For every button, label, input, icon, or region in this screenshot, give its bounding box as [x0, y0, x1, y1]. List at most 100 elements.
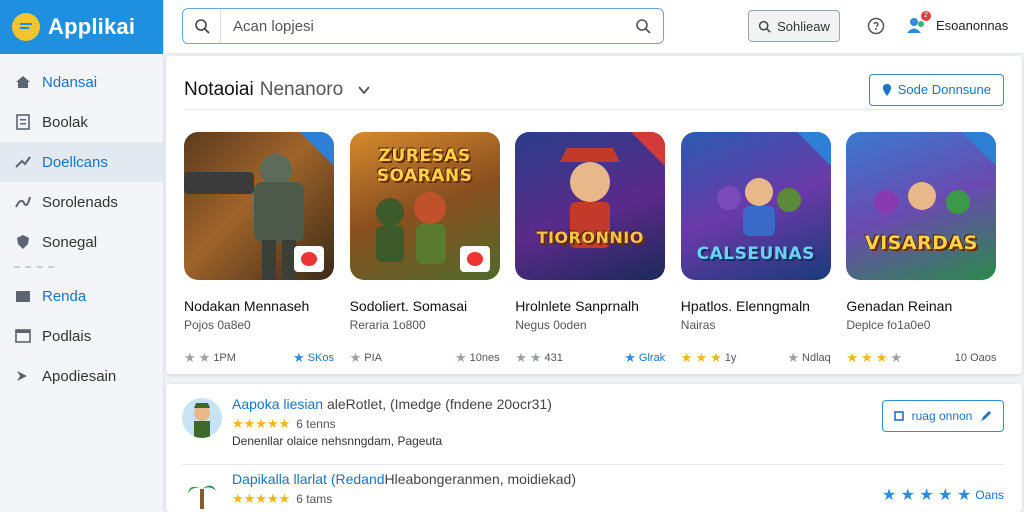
search-bar: [182, 8, 664, 44]
game-meta-right: Ndlaq: [802, 352, 831, 364]
sidebar-item-label: Sonegal: [42, 233, 98, 251]
star-icon: ★ ★ ★ ★ ★: [881, 487, 972, 504]
game-meta-right: SKos: [307, 352, 334, 364]
sidebar-item-sorolenads[interactable]: Sorolenads: [0, 182, 163, 222]
list-item-button-label: ruag onnon: [911, 409, 973, 423]
help-icon[interactable]: [866, 16, 886, 36]
pin-icon: [882, 83, 891, 96]
list-item[interactable]: Aapoka liesian aleRotlet, (Imedge (fnden…: [182, 394, 1004, 454]
game-thumbnail: CALSEUNAS: [680, 132, 831, 280]
list-item[interactable]: Dapikalla llarlat (RedandHleabongeranmen…: [182, 464, 1004, 512]
document-icon: [16, 114, 30, 130]
app-logo[interactable]: Applikai: [0, 0, 163, 54]
game-meta-right: Glrak: [638, 352, 666, 364]
list-item-right-rating: ★ ★ ★ ★ ★ Oans: [882, 485, 1004, 505]
game-title: Genadan Reinan: [846, 298, 953, 314]
section-title: Notaoiai: [184, 78, 254, 100]
game-subtitle: Reraria 1o800: [349, 318, 426, 332]
star-icon: ★: [624, 350, 636, 365]
trending-icon: [15, 156, 31, 168]
chart-line-icon: [15, 196, 31, 208]
topbar-action-label: Sohlieaw: [777, 18, 830, 34]
video-tag-icon: [459, 246, 490, 272]
star-icon: ★: [515, 350, 527, 365]
game-art-title: CALSEUNAS: [696, 244, 815, 264]
game-meta: ★ PIA ★ 10nes: [350, 350, 500, 366]
game-meta: ★ ★ 431 ★ Glrak: [515, 350, 665, 366]
badge-corner: [300, 132, 334, 166]
game-meta-left: 1PM: [213, 352, 236, 364]
user-avatar: 2: [906, 11, 931, 36]
list-item-name: Dapikalla llarlat (Redand: [232, 471, 385, 487]
sidebar-item-renda[interactable]: Renda: [0, 276, 163, 316]
featured-games-panel: Notaoiai Nenanoro Sode Donnsune Nodakan: [166, 56, 1022, 374]
list-item-name: Aapoka liesian: [232, 396, 324, 412]
search-icon[interactable]: [183, 9, 221, 43]
game-card[interactable]: ZURESAS SOARANS Sodoliert. Somasai Rerar…: [349, 132, 516, 366]
game-card[interactable]: Nodakan Mennaseh Pojos 0a8e0 ★ ★ 1PM ★ SKos: [184, 132, 350, 366]
sidebar-item-apodiesain[interactable]: Apodiesain: [0, 356, 163, 396]
star-icon: ★★★★★: [232, 416, 291, 431]
sidebar-item-boolak[interactable]: Boolak: [0, 102, 163, 142]
chevron-down-icon[interactable]: [357, 83, 371, 97]
sidebar-item-doellcans[interactable]: Doellcans: [0, 142, 163, 182]
logo-icon: [12, 13, 40, 41]
topbar-action-button[interactable]: Sohlieaw: [748, 10, 840, 42]
sidebar-item-sonegal[interactable]: Sonegal: [0, 222, 163, 262]
game-card[interactable]: CALSEUNAS Hpatlos. Elenngmaln Nairas ★ ★ ★…: [680, 132, 847, 366]
home-icon: [16, 76, 30, 88]
game-title: Nodakan Mennaseh: [184, 298, 310, 314]
app-list-panel: Aapoka liesian aleRotlet, (Imedge (fnden…: [166, 384, 1022, 512]
game-meta: ★ ★ ★ ★ 10 Oaos: [846, 350, 996, 366]
star-icon: ★: [198, 350, 211, 365]
list-item-description: Denenllar olaice nehsnngdam, Pageuta: [232, 434, 443, 448]
game-subtitle: Nairas: [680, 318, 716, 332]
video-tag-icon: [294, 246, 324, 272]
game-title: Hpatlos. Elenngmaln: [680, 298, 810, 314]
star-icon: ★: [695, 350, 708, 365]
game-subtitle: Pojos 0a8e0: [184, 318, 251, 332]
star-icon: ★: [529, 350, 542, 365]
arrow-icon: [17, 371, 27, 381]
user-name: Esoanonnas: [936, 17, 1009, 33]
notification-badge: 2: [921, 11, 931, 21]
section-action-label: Sode Donnsune: [897, 82, 991, 97]
star-icon: ★: [890, 350, 902, 365]
game-thumbnail: ZURESAS SOARANS: [349, 132, 500, 280]
star-icon: ★: [293, 350, 305, 365]
right-rating-text: Oans: [975, 488, 1004, 502]
pencil-icon: [981, 411, 992, 421]
list-item-extra: aleRotlet, (Imedge (fndene 20ocr31): [323, 396, 552, 412]
star-icon: ★: [710, 350, 722, 365]
app-avatar: [182, 473, 222, 512]
list-item-extra: Hleabongeranmen, moidiekad): [384, 471, 576, 487]
star-icon: ★: [680, 350, 693, 365]
sidebar-item-home[interactable]: Ndansai: [0, 62, 163, 102]
search-submit-icon[interactable]: [623, 18, 663, 34]
rating-text: 6 tams: [296, 492, 333, 506]
game-card[interactable]: TIORONNIO Hrolnlete Sanprnalh Negus 0ode…: [515, 132, 681, 366]
sidebar-item-label: Apodiesain: [42, 367, 117, 385]
sidebar-item-label: Ndansai: [42, 73, 98, 91]
section-subtitle: Nenanoro: [259, 78, 344, 100]
star-icon: ★: [349, 350, 362, 365]
folder-icon: [16, 291, 30, 302]
section-header: Notaoiai Nenanoro Sode Donnsune: [184, 70, 1004, 110]
list-item-button[interactable]: ruag onnon: [882, 400, 1004, 432]
star-icon: ★: [861, 350, 873, 365]
badge-corner: [796, 132, 831, 166]
sidebar-item-label: Renda: [42, 287, 87, 305]
section-action-button[interactable]: Sode Donnsune: [868, 73, 1004, 106]
game-meta: ★ ★ ★ 1y ★ Ndlaq: [681, 350, 831, 366]
search-input[interactable]: [221, 17, 623, 35]
user-menu[interactable]: 2 Esoanonnas: [906, 11, 1009, 36]
sidebar-item-label: Sorolenads: [42, 193, 118, 211]
star-icon: ★: [787, 350, 800, 365]
top-bar: Sohlieaw 2 Esoanonnas: [164, 0, 1024, 54]
sidebar-item-podlais[interactable]: Podlais: [0, 316, 163, 356]
game-card[interactable]: VISARDAS Genadan Reinan Deplce fo1a0e0 ★…: [846, 132, 1012, 366]
badge-corner: [631, 132, 666, 166]
game-title: Sodoliert. Somasai: [349, 298, 468, 314]
rating-text: 6 tenns: [296, 417, 336, 431]
game-title: Hrolnlete Sanprnalh: [515, 298, 639, 314]
